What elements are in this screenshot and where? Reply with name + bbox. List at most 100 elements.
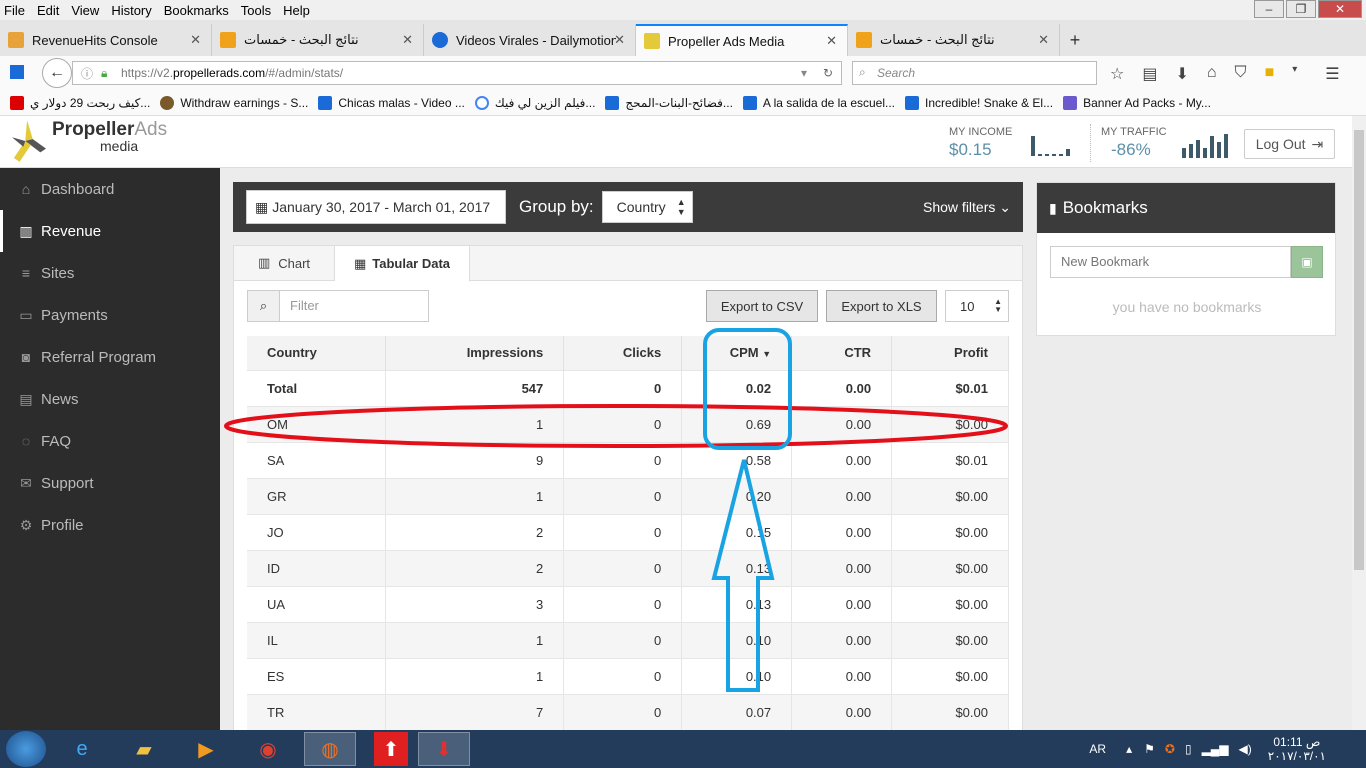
traffic-stat: MY TRAFFIC -86% (1101, 126, 1167, 160)
sidebar-item-revenue[interactable]: ▥ Revenue (0, 210, 220, 252)
chrome-icon[interactable]: ◉ (242, 732, 294, 766)
column-header-ctr[interactable]: CTR (791, 336, 893, 370)
avast-icon[interactable]: ✪ (1165, 742, 1175, 756)
tab-khamsat[interactable]: نتائج البحث - خمسات ✕ (212, 24, 424, 56)
menu-bookmarks[interactable]: Bookmarks (164, 3, 229, 18)
battery-icon[interactable]: ▯ (1185, 742, 1192, 756)
column-header-cpm[interactable]: CPM ▼ (681, 336, 793, 370)
propeller-logo[interactable]: PropellerAds media (12, 120, 167, 164)
upload-app-icon[interactable]: ⬆ (374, 732, 408, 766)
column-header-impressions[interactable]: Impressions (385, 336, 565, 370)
address-bar[interactable]: ⓘ 🔒︎ https://v2. propellerads.com/#/admin… (72, 61, 842, 85)
sidebar-item-referral[interactable]: ◙ Referral Program (0, 336, 220, 378)
tab-tabular-data[interactable]: ▦ Tabular Data (335, 246, 470, 282)
sidebar-item-faq[interactable]: ◌ FAQ (0, 420, 220, 462)
maximize-button[interactable]: ❐ (1286, 0, 1316, 18)
per-page-select[interactable]: 10 ▲ ▼ (945, 290, 1009, 322)
downloader-app-icon[interactable]: ⬇ (418, 732, 470, 766)
date-range-picker[interactable]: ▦ January 30, 2017 - March 01, 2017 (246, 190, 506, 224)
clock[interactable]: 01:11 ص ٢٠١٧/٠٣/٠١ (1268, 735, 1326, 764)
addon-icon[interactable]: ■ (1265, 64, 1275, 84)
sidebar-item-dashboard[interactable]: ⌂ Dashboard (0, 168, 220, 210)
start-button[interactable] (6, 731, 46, 767)
column-header-profit[interactable]: Profit (891, 336, 1009, 370)
pocket-icon[interactable]: ⛉ (1235, 64, 1247, 84)
new-bookmark-input[interactable]: New Bookmark (1050, 246, 1291, 278)
show-filters-label: Show filters (923, 198, 996, 215)
minimize-button[interactable]: – (1254, 0, 1284, 18)
bookmark-item[interactable]: Incredible! Snake & El... (905, 95, 1053, 110)
cell-clicks: 0 (563, 477, 683, 514)
flag-icon[interactable]: ⚑ (1144, 742, 1155, 756)
close-tab-icon[interactable]: ✕ (1038, 32, 1049, 48)
cell-ctr: 0.00 (791, 441, 893, 478)
internet-explorer-icon[interactable]: e (56, 732, 108, 766)
bookmarks-panel: ▮ Bookmarks New Bookmark ▣ you have no bo… (1036, 182, 1336, 336)
reload-icon[interactable]: ↻ (823, 66, 833, 80)
sidebar-item-payments[interactable]: ▭ Payments (0, 294, 220, 336)
logout-button[interactable]: Log Out ⇥ (1244, 129, 1335, 159)
save-bookmark-button[interactable]: ▣ (1291, 246, 1323, 278)
info-icon: ⓘ (81, 66, 94, 81)
home-icon[interactable]: ⌂ (1207, 64, 1217, 84)
menu-help[interactable]: Help (283, 3, 310, 18)
language-indicator[interactable]: AR (1089, 742, 1106, 756)
volume-icon[interactable]: ◀) (1239, 742, 1252, 756)
download-icon[interactable]: ⬇ (1175, 64, 1188, 84)
sidebar-item-support[interactable]: ✉ Support (0, 462, 220, 504)
filter-input[interactable]: ⌕ Filter (247, 290, 429, 322)
firefox-icon[interactable]: ◍ (304, 732, 356, 766)
show-filters-toggle[interactable]: Show filters ⌄ (923, 199, 1011, 216)
bookmark-item[interactable]: فيلم الزين لي فيك... (474, 95, 595, 110)
tab-revenuehits[interactable]: RevenueHits Console ✕ (0, 24, 212, 56)
network-icon[interactable]: ▂▄▆ (1202, 742, 1229, 756)
menu-tools[interactable]: Tools (241, 3, 271, 18)
scrollbar-thumb[interactable] (1354, 130, 1364, 570)
close-tab-icon[interactable]: ✕ (826, 33, 837, 49)
sidebar-item-sites[interactable]: ≡ Sites (0, 252, 220, 294)
close-tab-icon[interactable]: ✕ (190, 32, 201, 48)
propeller-logo-icon (12, 120, 46, 162)
sidebar-item-profile[interactable]: ⚙ Profile (0, 504, 220, 546)
tab-chart[interactable]: ▥ Chart (234, 246, 335, 280)
menu-file[interactable]: File (4, 3, 25, 18)
new-tab-button[interactable]: + (1060, 24, 1090, 56)
sidebar-item-news[interactable]: ▤ News (0, 378, 220, 420)
url-prefix: https://v2. (121, 66, 174, 80)
bookmark-item[interactable]: فضائح-البنات-المحج... (605, 95, 733, 110)
column-header-clicks[interactable]: Clicks (563, 336, 683, 370)
hamburger-menu-icon[interactable]: ☰ (1325, 64, 1339, 84)
dropdown-icon[interactable]: ▾ (801, 66, 807, 80)
date-range-value: January 30, 2017 - March 01, 2017 (272, 199, 491, 215)
close-tab-icon[interactable]: ✕ (402, 32, 413, 48)
page-scrollbar[interactable] (1352, 116, 1366, 730)
menu-view[interactable]: View (71, 3, 99, 18)
site-header: PropellerAds media MY INCOME $0.15 MY TR… (0, 116, 1352, 168)
export-csv-button[interactable]: Export to CSV (706, 290, 818, 322)
dropdown-icon[interactable]: ▾ (1292, 64, 1297, 84)
media-player-icon[interactable]: ▶ (180, 732, 232, 766)
tab-dailymotion[interactable]: Videos Virales - Dailymotion ✕ (424, 24, 636, 56)
back-button[interactable]: ← (42, 58, 72, 88)
column-header-country[interactable]: Country (247, 336, 387, 370)
cell-country: TR (247, 693, 387, 730)
file-explorer-icon[interactable]: ▰ (118, 732, 170, 766)
bookmark-item[interactable]: كيف ربحت 29 دولار ي... (10, 95, 150, 110)
star-icon[interactable]: ☆ (1110, 64, 1124, 84)
menu-history[interactable]: History (111, 3, 151, 18)
export-xls-button[interactable]: Export to XLS (826, 290, 937, 322)
tab-propeller[interactable]: Propeller Ads Media ✕ (636, 24, 848, 56)
reading-list-icon[interactable]: ▤ (1142, 64, 1157, 84)
bookmark-item[interactable]: Banner Ad Packs - My... (1063, 95, 1211, 110)
search-input[interactable]: ⌕ Search (852, 61, 1097, 85)
tab-khamsat-2[interactable]: نتائج البحث - خمسات ✕ (848, 24, 1060, 56)
group-by-select[interactable]: Country ▲ ▼ (601, 191, 693, 223)
bookmark-item[interactable]: A la salida de la escuel... (742, 95, 895, 110)
cell-country: Total (247, 369, 387, 406)
close-window-button[interactable]: ✕ (1318, 0, 1362, 18)
bookmark-item[interactable]: Withdraw earnings - S... (160, 95, 308, 110)
tray-arrow-icon[interactable]: ▴ (1126, 742, 1132, 756)
menu-edit[interactable]: Edit (37, 3, 59, 18)
close-tab-icon[interactable]: ✕ (614, 32, 625, 48)
bookmark-item[interactable]: Chicas malas - Video ... (318, 95, 465, 110)
